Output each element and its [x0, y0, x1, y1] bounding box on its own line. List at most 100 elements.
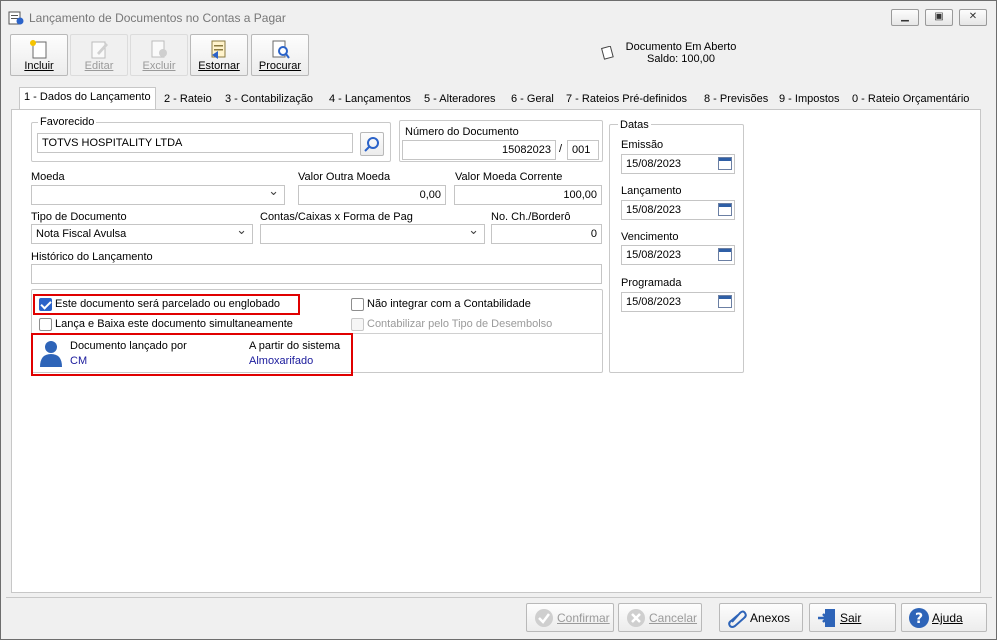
- tab-geral[interactable]: 6 - Geral: [507, 90, 558, 109]
- incluir-button[interactable]: Incluir: [10, 34, 68, 76]
- excluir-label: Excluir: [142, 60, 176, 72]
- tab-contabilizacao[interactable]: 3 - Contabilização: [221, 90, 317, 109]
- status-text: Documento Em Aberto: [625, 41, 737, 53]
- nao-integrar-label: Não integrar com a Contabilidade: [367, 298, 531, 310]
- svg-text:?: ?: [915, 611, 923, 627]
- no-cheque-label: No. Ch./Borderô: [491, 211, 571, 223]
- check-circle-icon: [535, 609, 553, 627]
- sair-button[interactable]: Sair: [809, 603, 896, 632]
- contas-caixas-label: Contas/Caixas x Forma de Pag: [260, 211, 413, 223]
- estornar-button[interactable]: Estornar: [190, 34, 248, 76]
- no-cheque-input[interactable]: 0: [491, 224, 602, 244]
- favorecido-input[interactable]: TOTVS HOSPITALITY LTDA: [37, 133, 353, 153]
- programada-label: Programada: [621, 277, 682, 289]
- tab-rateio[interactable]: 2 - Rateio: [160, 90, 216, 109]
- incluir-label: Incluir: [24, 60, 54, 72]
- tab-rateios-pre-definidos[interactable]: 7 - Rateios Pré-definidos: [562, 90, 691, 109]
- tab-previsoes[interactable]: 8 - Previsões: [700, 90, 772, 109]
- lancamento-date-input[interactable]: 15/08/2023: [621, 200, 735, 220]
- tab-strip: 1 - Dados do Lançamento 2 - Rateio 3 - C…: [11, 87, 981, 110]
- ajuda-label: Ajuda: [932, 611, 963, 625]
- procurar-button[interactable]: Procurar: [251, 34, 309, 76]
- confirmar-button[interactable]: Confirmar: [526, 603, 614, 632]
- ajuda-button[interactable]: ? Ajuda: [901, 603, 987, 632]
- nao-integrar-checkbox[interactable]: [351, 298, 364, 311]
- valor-moeda-corrente-label: Valor Moeda Corrente: [455, 171, 563, 183]
- paperclip-icon: [728, 610, 747, 628]
- title-bar: Lançamento de Documentos no Contas a Pag…: [1, 1, 996, 33]
- lanca-baixa-label: Lança e Baixa este documento simultaneam…: [55, 318, 293, 330]
- cancelar-label: Cancelar: [649, 611, 698, 625]
- numero-documento-input[interactable]: 15082023: [402, 140, 556, 160]
- emissao-label: Emissão: [621, 139, 664, 151]
- cancelar-button[interactable]: Cancelar: [618, 603, 702, 632]
- vencimento-value: 15/08/2023: [626, 249, 682, 261]
- saldo-text: Saldo: 100,00: [647, 53, 715, 65]
- new-document-icon: [30, 40, 47, 59]
- tab-impostos[interactable]: 9 - Impostos: [775, 90, 844, 109]
- tab-panel: Favorecido TOTVS HOSPITALITY LTDA Número…: [11, 109, 981, 593]
- numero-separator: /: [559, 143, 563, 155]
- app-icon: [8, 11, 24, 25]
- valor-outra-moeda-input[interactable]: 0,00: [298, 185, 446, 205]
- help-icon: ?: [909, 608, 929, 628]
- calendar-icon[interactable]: [718, 157, 732, 170]
- highlight-lancado-por: [31, 333, 353, 376]
- calendar-icon[interactable]: [718, 248, 732, 261]
- favorecido-search-button[interactable]: [360, 132, 384, 156]
- vencimento-date-input[interactable]: 15/08/2023: [621, 245, 735, 265]
- window-title: Lançamento de Documentos no Contas a Pag…: [29, 11, 286, 25]
- emissao-value: 15/08/2023: [626, 158, 682, 170]
- contabilizar-label: Contabilizar pelo Tipo de Desembolso: [367, 318, 553, 330]
- lanca-baixa-checkbox[interactable]: [39, 318, 52, 331]
- estornar-label: Estornar: [198, 60, 240, 72]
- document-status: Documento Em Aberto Saldo: 100,00: [601, 41, 761, 65]
- excluir-button[interactable]: Excluir: [130, 34, 188, 76]
- valor-outra-moeda-label: Valor Outra Moeda: [298, 171, 391, 183]
- programada-date-input[interactable]: 15/08/2023: [621, 292, 735, 312]
- editar-button[interactable]: Editar: [70, 34, 128, 76]
- emissao-date-input[interactable]: 15/08/2023: [621, 154, 735, 174]
- procurar-label: Procurar: [258, 60, 302, 72]
- close-button[interactable]: ✕: [959, 9, 987, 26]
- moeda-select[interactable]: [31, 185, 285, 205]
- programada-value: 15/08/2023: [626, 296, 682, 308]
- highlight-parcelado: [33, 294, 300, 315]
- contabilizar-checkbox[interactable]: [351, 318, 364, 331]
- datas-label: Datas: [618, 119, 651, 131]
- lancamento-label: Lançamento: [621, 185, 682, 197]
- tab-alteradores[interactable]: 5 - Alteradores: [420, 90, 500, 109]
- historico-input[interactable]: [31, 264, 602, 284]
- moeda-label: Moeda: [31, 171, 65, 183]
- contas-caixas-select[interactable]: [260, 224, 485, 244]
- editar-label: Editar: [84, 60, 114, 72]
- edit-icon: [91, 41, 108, 59]
- valor-moeda-corrente-input[interactable]: 100,00: [454, 185, 602, 205]
- historico-label: Histórico do Lançamento: [31, 251, 153, 263]
- exit-door-icon: [818, 609, 835, 627]
- tab-dados-lancamento[interactable]: 1 - Dados do Lançamento: [19, 87, 156, 110]
- sair-label: Sair: [840, 611, 862, 625]
- tab-lancamentos[interactable]: 4 - Lançamentos: [325, 90, 415, 109]
- confirmar-label: Confirmar: [557, 611, 610, 625]
- numero-documento-label: Número do Documento: [403, 126, 521, 138]
- tab-rateio-orcamentario[interactable]: 0 - Rateio Orçamentário: [848, 90, 973, 109]
- anexos-button[interactable]: Anexos: [719, 603, 803, 632]
- tipo-documento-label: Tipo de Documento: [31, 211, 127, 223]
- anexos-label: Anexos: [750, 611, 791, 625]
- cancel-circle-icon: [627, 609, 645, 627]
- maximize-button[interactable]: ▣: [925, 9, 953, 26]
- main-window: Lançamento de Documentos no Contas a Pag…: [0, 0, 997, 640]
- lancamento-value: 15/08/2023: [626, 204, 682, 216]
- parcela-input[interactable]: 001: [567, 140, 599, 160]
- delete-icon: [151, 40, 167, 58]
- calendar-icon[interactable]: [718, 203, 732, 216]
- tipo-documento-select[interactable]: Nota Fiscal Avulsa: [31, 224, 253, 244]
- search-icon: [364, 137, 379, 152]
- footer-divider: [6, 597, 992, 598]
- search-document-icon: [272, 40, 290, 59]
- reverse-icon: [211, 40, 226, 59]
- calendar-icon[interactable]: [718, 295, 732, 308]
- favorecido-label: Favorecido: [38, 116, 97, 128]
- minimize-button[interactable]: ▁: [891, 9, 919, 26]
